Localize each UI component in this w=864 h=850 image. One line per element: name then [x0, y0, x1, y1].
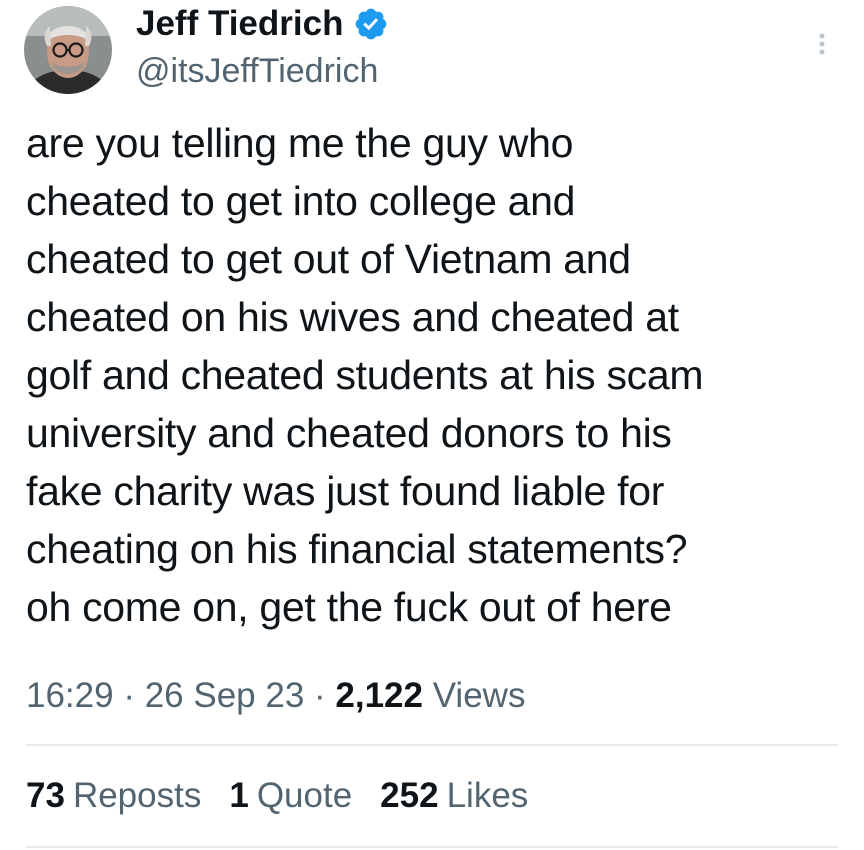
author-handle[interactable]: @itsJeffTiedrich: [136, 48, 378, 94]
reposts-label: Reposts: [72, 776, 202, 815]
likes-stat[interactable]: 252 Likes: [380, 770, 528, 822]
meta-separator: ·: [304, 676, 336, 715]
tweet-text-line: oh come on, get the fuck out of here: [26, 584, 672, 630]
tweet-meta: 16:29 · 26 Sep 23 · 2,122 Views: [26, 670, 525, 722]
tweet-text-line: university and cheated donors to his: [26, 410, 672, 456]
tweet-text-line: golf and cheated students at his scam: [26, 352, 704, 398]
views-count[interactable]: 2,122: [335, 676, 423, 715]
author-display-name[interactable]: Jeff Tiedrich: [136, 0, 389, 48]
tweet-text: are you telling me the guy who cheated t…: [26, 114, 846, 636]
meta-separator: ·: [113, 676, 145, 715]
tweet-text-line: cheated on his wives and cheated at: [26, 294, 679, 340]
reposts-count: 73: [26, 776, 65, 815]
views-label[interactable]: Views: [423, 676, 526, 715]
reposts-stat[interactable]: 73 Reposts: [26, 770, 201, 822]
tweet-time[interactable]: 16:29: [26, 676, 114, 715]
profile-photo: [24, 6, 112, 94]
tweet-text-line: cheating on his financial statements?: [26, 526, 688, 572]
display-name-text: Jeff Tiedrich: [136, 4, 344, 43]
divider: [26, 744, 838, 746]
quotes-label: Quote: [256, 776, 353, 815]
more-vertical-icon[interactable]: [804, 26, 840, 62]
likes-count: 252: [380, 776, 439, 815]
likes-label: Likes: [446, 776, 529, 815]
engagement-stats: 73 Reposts 1 Quote 252 Likes: [26, 770, 556, 822]
tweet-text-line: fake charity was just found liable for: [26, 468, 665, 514]
tweet-date[interactable]: 26 Sep 23: [145, 676, 305, 715]
tweet-text-line: cheated to get into college and: [26, 178, 576, 224]
quotes-count: 1: [229, 776, 249, 815]
avatar[interactable]: [24, 6, 112, 94]
divider: [26, 846, 838, 848]
quotes-stat[interactable]: 1 Quote: [229, 770, 352, 822]
tweet-text-line: are you telling me the guy who: [26, 120, 574, 166]
tweet-text-line: cheated to get out of Vietnam and: [26, 236, 631, 282]
verified-badge-icon[interactable]: [353, 6, 389, 42]
